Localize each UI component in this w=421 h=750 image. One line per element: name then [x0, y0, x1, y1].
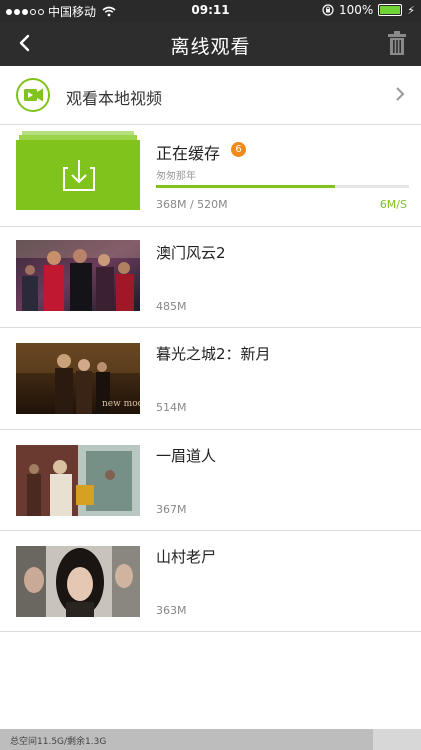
video-item[interactable]: new moon 暮光之城2：新月 514M — [0, 328, 421, 430]
video-item[interactable]: 澳门风云2 485M — [0, 227, 421, 328]
video-size: 485M — [156, 300, 187, 313]
battery-icon — [378, 4, 403, 16]
video-size: 363M — [156, 604, 187, 617]
page-title: 离线观看 — [170, 36, 251, 58]
local-video-icon — [16, 78, 50, 112]
nav-bar: 离线观看 — [0, 22, 421, 66]
video-thumbnail: new moon — [16, 343, 140, 414]
video-item[interactable]: 一眉道人 367M — [0, 430, 421, 531]
video-size: 514M — [156, 401, 187, 414]
charging-icon: ⚡ — [407, 3, 415, 17]
watch-local-video-row[interactable]: 观看本地视频 — [0, 66, 421, 125]
chevron-right-icon — [396, 87, 405, 101]
status-bar: 中国移动 09:11 100% ⚡ — [0, 0, 421, 22]
video-title: 山村老尸 — [156, 548, 217, 566]
video-thumbnail — [16, 240, 140, 311]
caching-progress-bar — [156, 185, 409, 188]
storage-bar: 总空间11.5G/剩余1.3G — [0, 729, 421, 750]
video-item[interactable]: 山村老尸 363M — [0, 531, 421, 632]
download-icon — [63, 160, 95, 191]
thumbnail-caption: new moon — [102, 399, 140, 409]
trash-icon[interactable] — [387, 30, 407, 56]
video-title: 澳门风云2 — [156, 244, 226, 262]
local-video-label: 观看本地视频 — [66, 89, 163, 108]
caching-current-title: 匆匆那年 — [156, 171, 196, 182]
video-size: 367M — [156, 503, 187, 516]
download-folder[interactable] — [16, 140, 140, 210]
status-right: 100% ⚡ — [322, 3, 415, 17]
video-thumbnail — [16, 445, 140, 516]
caching-speed: 6M/S — [379, 198, 407, 211]
video-thumbnail — [16, 546, 140, 617]
video-title: 暮光之城2：新月 — [156, 345, 271, 363]
video-title: 一眉道人 — [156, 447, 217, 465]
rotation-lock-icon — [322, 4, 334, 16]
caching-title: 正在缓存 — [156, 144, 221, 163]
caching-count-badge: 6 — [231, 142, 246, 157]
caching-progress-text: 368M / 520M — [156, 198, 228, 211]
storage-text: 总空间11.5G/剩余1.3G — [10, 737, 107, 747]
caching-progress-fill — [156, 185, 336, 188]
battery-percent: 100% — [338, 3, 374, 17]
